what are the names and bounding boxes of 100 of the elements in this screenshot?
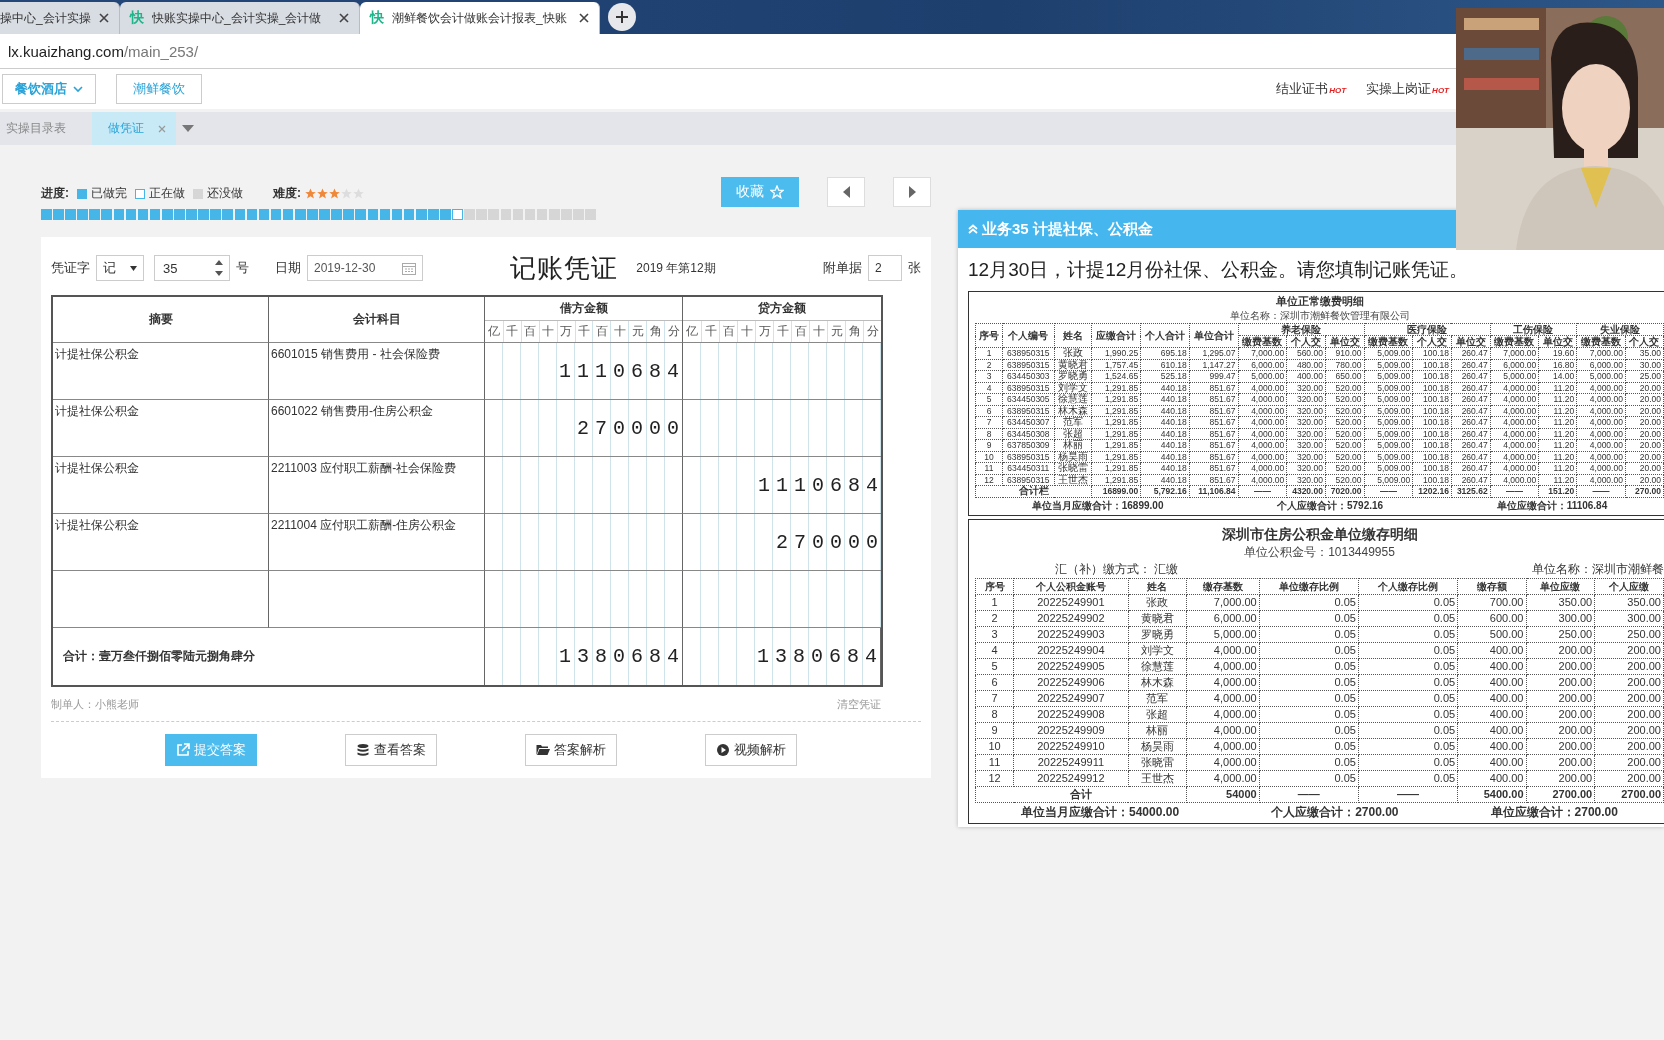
nav-link[interactable]: 结业证书 bbox=[1276, 80, 1329, 98]
summary-text: 单位应缴合计：2700.00 bbox=[1490, 803, 1618, 821]
browser-tab[interactable]: 快 快账实操中心_会计实操_会计做 bbox=[120, 2, 360, 34]
action-button[interactable]: 答案解析 bbox=[525, 734, 617, 766]
column-group-header: 失业保险 bbox=[1576, 323, 1664, 336]
star-icon bbox=[770, 185, 784, 199]
table-cell: 0.05 bbox=[1358, 642, 1458, 658]
table-cell: 4,000.00 bbox=[1238, 451, 1287, 463]
progress-cell bbox=[65, 209, 76, 220]
table-cell: 5,009.00 bbox=[1364, 405, 1413, 417]
action-button[interactable]: 查看答案 bbox=[345, 734, 437, 766]
column-header: 会计科目 bbox=[269, 297, 485, 343]
voucher-word-select[interactable]: 记 bbox=[96, 255, 144, 281]
progress-cell bbox=[428, 209, 439, 220]
progress-cell bbox=[307, 209, 318, 220]
table-cell: 100.18 bbox=[1412, 428, 1452, 440]
table-cell: 400.00 bbox=[1457, 690, 1526, 706]
table-cell: 1,147.27 bbox=[1189, 359, 1239, 371]
table-cell: 范军 bbox=[1054, 416, 1092, 428]
progress-cell bbox=[536, 209, 548, 220]
table-cell: 0.05 bbox=[1358, 594, 1458, 610]
table-cell: 6 bbox=[975, 405, 1003, 417]
voucher-number-field[interactable]: 35 bbox=[154, 255, 230, 281]
table-cell: 杨昊雨 bbox=[1128, 738, 1187, 754]
table-cell: 5 bbox=[975, 658, 1014, 674]
table-cell: 6,000.00 bbox=[1186, 610, 1260, 626]
table-cell: 20.00 bbox=[1625, 451, 1664, 463]
table-cell: 520.00 bbox=[1325, 474, 1365, 486]
digit-header: 十 bbox=[809, 320, 827, 342]
table-cell: 0.05 bbox=[1358, 722, 1458, 738]
progress-cell bbox=[512, 209, 524, 220]
table-cell: 638950315 bbox=[1002, 451, 1055, 463]
table-cell: 11.20 bbox=[1538, 382, 1577, 394]
next-button[interactable] bbox=[893, 177, 931, 207]
table-cell: 200.00 bbox=[1594, 642, 1664, 658]
progress-cell bbox=[41, 209, 52, 220]
table-cell: 638950315 bbox=[1002, 474, 1055, 486]
table-cell: 张超 bbox=[1128, 706, 1187, 722]
action-button[interactable]: 视频解析 bbox=[705, 734, 797, 766]
task-description: 12月30日，计提12月份社保、公积金。请您填制记账凭证。 bbox=[967, 258, 1470, 282]
table-cell: 0.05 bbox=[1358, 690, 1458, 706]
table-cell: 6,000.00 bbox=[1238, 359, 1287, 371]
legend-swatch bbox=[193, 188, 203, 199]
table-cell: 20.00 bbox=[1625, 428, 1664, 440]
table-cell: 520.00 bbox=[1325, 428, 1365, 440]
table-cell: 260.47 bbox=[1451, 393, 1491, 405]
table-cell: 8 bbox=[975, 706, 1014, 722]
previous-button[interactable] bbox=[827, 177, 865, 207]
browser-tab[interactable]: 操中心_会计实操 bbox=[0, 2, 120, 34]
amount-value: 1110684 bbox=[559, 359, 685, 383]
table-cell: 5,009.00 bbox=[1364, 393, 1413, 405]
table-cell: 4,000.00 bbox=[1576, 451, 1626, 463]
table-cell: 0.05 bbox=[1358, 770, 1458, 786]
table-cell: 3125.62 bbox=[1451, 485, 1491, 497]
column-header: 个人缴存比例 bbox=[1358, 578, 1458, 594]
table-cell: 6,000.00 bbox=[1576, 359, 1626, 371]
table-cell: 20225249908 bbox=[1013, 706, 1129, 722]
url-text[interactable]: lx.kuaizhang.com/main_253/ bbox=[8, 42, 199, 60]
table-cell: 11.20 bbox=[1538, 462, 1577, 474]
progress-cell bbox=[452, 209, 463, 220]
table-cell: 440.18 bbox=[1140, 451, 1190, 463]
field-label: 日期 bbox=[275, 259, 301, 277]
favicon: 快 bbox=[370, 9, 384, 27]
table-cell: 151.20 bbox=[1538, 485, 1577, 497]
table-cell: 4,000.00 bbox=[1238, 439, 1287, 451]
table-cell: 1,524.65 bbox=[1091, 370, 1141, 382]
table-cell: 7,000.00 bbox=[1238, 347, 1287, 359]
table-cell: 张晓雷 bbox=[1128, 754, 1187, 770]
nav-link[interactable]: 实操上岗证 bbox=[1366, 80, 1432, 98]
table-cell: 910.00 bbox=[1325, 347, 1365, 359]
date-field[interactable]: 2019-12-30 bbox=[307, 255, 423, 281]
table-cell: 20.00 bbox=[1625, 439, 1664, 451]
browser-tab[interactable]: 快 潮鲜餐饮会计做账会计报表_快账 bbox=[360, 2, 600, 34]
table-cell: 4,000.00 bbox=[1576, 474, 1626, 486]
column-group-header: 医疗保险 bbox=[1364, 323, 1491, 336]
amount-value: 270000 bbox=[776, 530, 884, 554]
table-cell: 4,000.00 bbox=[1490, 428, 1539, 440]
new-tab-button[interactable] bbox=[608, 3, 636, 31]
progress-cell bbox=[488, 209, 500, 220]
column-header: 单位交 bbox=[1451, 335, 1491, 348]
tab-title: 快账实操中心_会计实操_会计做 bbox=[152, 9, 323, 27]
table-cell: 600.00 bbox=[1457, 610, 1526, 626]
table-cell: 1,295.07 bbox=[1189, 347, 1239, 359]
table-cell: 11 bbox=[975, 462, 1003, 474]
table-cell: 0.05 bbox=[1259, 610, 1359, 626]
attachments-field[interactable]: 2 bbox=[868, 255, 902, 281]
table-cell: 2 bbox=[975, 610, 1014, 626]
table-cell: 851.67 bbox=[1189, 474, 1239, 486]
star-icon bbox=[341, 188, 352, 199]
table-cell: 0.05 bbox=[1259, 674, 1359, 690]
table-cell: 20.00 bbox=[1625, 382, 1664, 394]
table-cell: 200.00 bbox=[1526, 642, 1595, 658]
table-cell: 35.00 bbox=[1625, 347, 1664, 359]
legend-label: 正在做 bbox=[149, 185, 185, 202]
progress-cell bbox=[234, 209, 246, 220]
table-cell: —— bbox=[1490, 485, 1539, 497]
table-cell: 刘学文 bbox=[1128, 642, 1187, 658]
table-cell: 4,000.00 bbox=[1490, 451, 1539, 463]
table-cell: 0.05 bbox=[1259, 770, 1359, 786]
table-cell: 200.00 bbox=[1594, 658, 1664, 674]
